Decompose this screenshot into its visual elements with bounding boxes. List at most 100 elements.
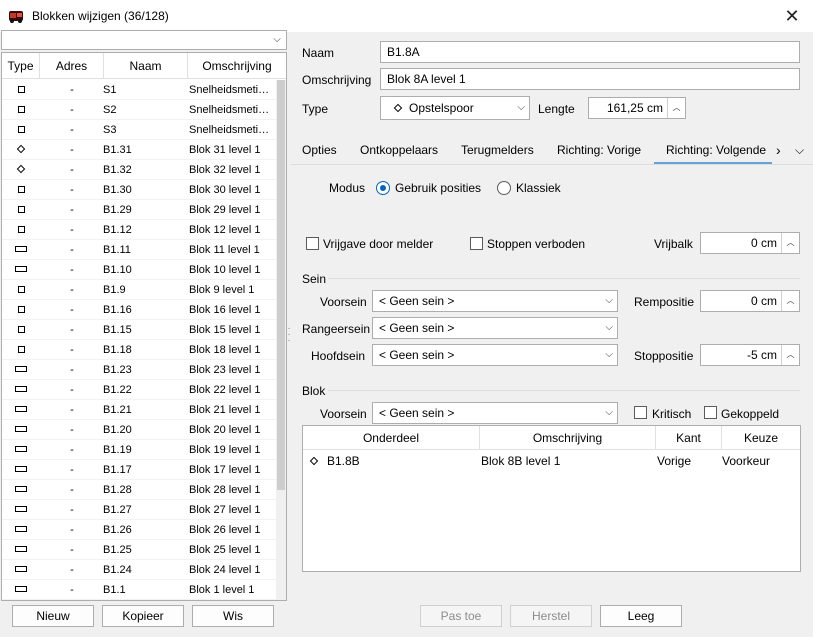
- restore-button[interactable]: Herstel: [510, 605, 592, 627]
- naam-input[interactable]: B1.8A: [380, 41, 800, 63]
- stoppen-checkbox[interactable]: [470, 237, 483, 250]
- tab-ontkoppelaars[interactable]: Ontkoppelaars: [360, 138, 438, 164]
- col-naam[interactable]: Naam: [104, 53, 188, 79]
- table-row[interactable]: - B1.12 Blok 12 level 1: [2, 220, 277, 240]
- radio-klassiek[interactable]: [497, 181, 511, 195]
- copy-button[interactable]: Kopieer: [102, 605, 184, 627]
- table-row[interactable]: - B1.27 Blok 27 level 1: [2, 500, 277, 520]
- omschrijving-cell: Blok 19 level 1: [189, 444, 261, 456]
- spin-updown-icon[interactable]: ︿: [667, 98, 685, 118]
- modus-option2-label[interactable]: Klassiek: [516, 181, 561, 195]
- gekoppeld-label[interactable]: Gekoppeld: [721, 407, 779, 421]
- col-omschrijving[interactable]: Omschrijving: [188, 53, 286, 79]
- omschrijving-cell: Blok 29 level 1: [189, 204, 261, 216]
- col-adres[interactable]: Adres: [40, 53, 104, 79]
- table-row[interactable]: - B1.9 Blok 9 level 1: [2, 280, 277, 300]
- lengte-label: Lengte: [538, 102, 575, 116]
- col-type[interactable]: Type: [2, 53, 40, 79]
- chevron-right-icon[interactable]: ›: [776, 138, 781, 164]
- tab-bar: Opties Ontkoppelaars Terugmelders Richti…: [298, 138, 813, 164]
- table-row[interactable]: - B1.19 Blok 19 level 1: [2, 440, 277, 460]
- table-row[interactable]: - B1.26 Blok 26 level 1: [2, 520, 277, 540]
- kritisch-label[interactable]: Kritisch: [652, 407, 691, 421]
- table-row[interactable]: - B1.16 Blok 16 level 1: [2, 300, 277, 320]
- vrijgave-label[interactable]: Vrijgave door melder: [323, 237, 433, 251]
- lengte-input[interactable]: 161,25 cm ︿: [588, 97, 686, 119]
- type-cell: [2, 380, 40, 400]
- filter-combo[interactable]: ⌵: [1, 30, 287, 50]
- spin-updown-icon[interactable]: ︿: [781, 291, 799, 311]
- chevron-down-icon[interactable]: ⌵: [605, 403, 613, 423]
- hoofdsein-select[interactable]: < Geen sein > ⌵: [372, 344, 618, 366]
- table-row[interactable]: - S1 Snelheidsmeting 1: [2, 80, 277, 100]
- col-keuze[interactable]: Keuze: [722, 426, 800, 450]
- table-row[interactable]: - B1.11 Blok 11 level 1: [2, 240, 277, 260]
- table-row[interactable]: - B1.29 Blok 29 level 1: [2, 200, 277, 220]
- adres-cell: -: [70, 464, 74, 476]
- table-row[interactable]: - B1.1 Blok 1 level 1: [2, 580, 277, 600]
- spin-updown-icon[interactable]: ︿: [781, 345, 799, 365]
- table-row[interactable]: - B1.10 Blok 10 level 1: [2, 260, 277, 280]
- vertical-scrollbar[interactable]: [276, 80, 286, 600]
- table-row[interactable]: - S2 Snelheidsmeting 2: [2, 100, 277, 120]
- rempositie-input[interactable]: 0 cm ︿: [700, 290, 800, 312]
- table-row[interactable]: - B1.21 Blok 21 level 1: [2, 400, 277, 420]
- group-divider: [328, 390, 800, 391]
- table-row[interactable]: - B1.30 Blok 30 level 1: [2, 180, 277, 200]
- scrollbar-thumb[interactable]: [277, 80, 285, 490]
- apply-button[interactable]: Pas toe: [420, 605, 502, 627]
- table-row[interactable]: - B1.24 Blok 24 level 1: [2, 560, 277, 580]
- chevron-down-icon[interactable]: ⌵: [268, 31, 286, 49]
- tab-richting-vorige[interactable]: Richting: Vorige: [557, 138, 641, 164]
- chevron-down-icon[interactable]: ⌵: [795, 138, 804, 164]
- square-icon: [17, 85, 25, 93]
- spin-updown-icon[interactable]: ︿: [781, 233, 799, 253]
- rangeersein-select[interactable]: < Geen sein > ⌵: [372, 317, 618, 339]
- table-row[interactable]: B1.8B: [309, 454, 360, 468]
- table-row[interactable]: - B1.32 Blok 32 level 1: [2, 160, 277, 180]
- type-select[interactable]: Opstelspoor ⌵: [380, 96, 530, 120]
- chevron-down-icon[interactable]: ⌵: [605, 318, 613, 338]
- table-row[interactable]: - B1.18 Blok 18 level 1: [2, 340, 277, 360]
- splitter-handle[interactable]: · · ·: [287, 324, 291, 346]
- type-cell: [2, 260, 40, 280]
- table-row[interactable]: - S3 Snelheidsmeting 3: [2, 120, 277, 140]
- tab-opties[interactable]: Opties: [302, 138, 337, 164]
- table-row[interactable]: - B1.22 Blok 22 level 1: [2, 380, 277, 400]
- tab-terugmelders[interactable]: Terugmelders: [461, 138, 534, 164]
- vrijbalk-input[interactable]: 0 cm ︿: [700, 232, 800, 254]
- naam-cell: B1.21: [103, 404, 132, 416]
- stoppen-label[interactable]: Stoppen verboden: [487, 237, 585, 251]
- modus-option1-label[interactable]: Gebruik posities: [395, 181, 481, 195]
- radio-gebruik-posities[interactable]: [376, 181, 390, 195]
- chevron-down-icon[interactable]: ⌵: [517, 97, 525, 117]
- table-row[interactable]: - B1.31 Blok 31 level 1: [2, 140, 277, 160]
- table-row[interactable]: - B1.25 Blok 25 level 1: [2, 540, 277, 560]
- vrijgave-checkbox[interactable]: [306, 237, 319, 250]
- table-row[interactable]: - B1.17 Blok 17 level 1: [2, 460, 277, 480]
- col-kant[interactable]: Kant: [656, 426, 722, 450]
- voorsein-select[interactable]: < Geen sein > ⌵: [372, 290, 618, 312]
- blok-voorsein-select[interactable]: < Geen sein > ⌵: [372, 402, 618, 424]
- new-button[interactable]: Nieuw: [12, 605, 94, 627]
- stoppositie-input[interactable]: -5 cm ︿: [700, 344, 800, 366]
- omschrijving-input[interactable]: Blok 8A level 1: [380, 68, 800, 90]
- table-row[interactable]: - B1.20 Blok 20 level 1: [2, 420, 277, 440]
- close-icon[interactable]: ✕: [780, 4, 804, 28]
- tab-richting-volgende[interactable]: Richting: Volgende: [654, 138, 772, 164]
- adres-cell: -: [70, 124, 74, 136]
- gekoppeld-checkbox[interactable]: [704, 406, 717, 419]
- kritisch-checkbox[interactable]: [634, 406, 647, 419]
- clear-button[interactable]: Leeg: [600, 605, 682, 627]
- chevron-down-icon[interactable]: ⌵: [605, 345, 613, 365]
- rangeersein-label: Rangeersein: [302, 322, 371, 336]
- col-omschrijving[interactable]: Omschrijving: [480, 426, 656, 450]
- sein-group-label: Sein: [302, 272, 327, 286]
- delete-button[interactable]: Wis: [192, 605, 274, 627]
- table-row[interactable]: - B1.23 Blok 23 level 1: [2, 360, 277, 380]
- type-label: Type: [302, 102, 329, 116]
- col-onderdeel[interactable]: Onderdeel: [303, 426, 480, 450]
- table-row[interactable]: - B1.15 Blok 15 level 1: [2, 320, 277, 340]
- chevron-down-icon[interactable]: ⌵: [605, 291, 613, 311]
- table-row[interactable]: - B1.28 Blok 28 level 1: [2, 480, 277, 500]
